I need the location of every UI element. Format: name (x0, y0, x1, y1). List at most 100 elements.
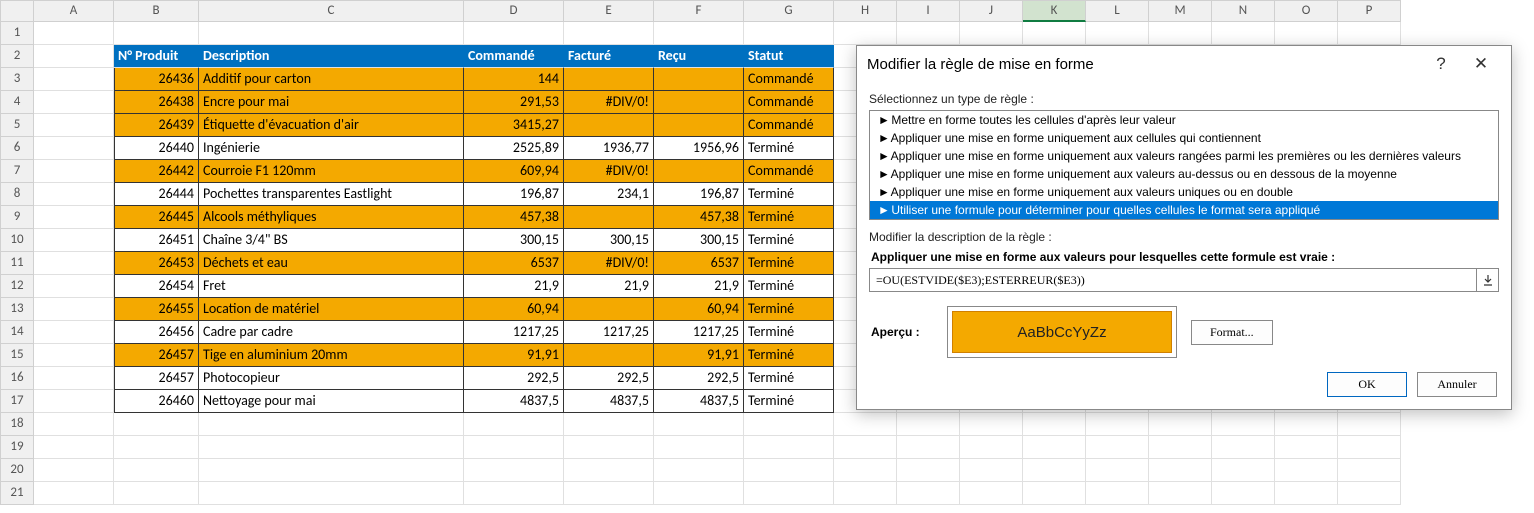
cell[interactable]: Terminé (744, 183, 834, 206)
cell[interactable]: Ingénierie (199, 137, 464, 160)
cell[interactable]: Facturé (564, 45, 654, 68)
cell[interactable] (1023, 413, 1086, 436)
cell[interactable] (1086, 482, 1149, 505)
cell[interactable] (654, 459, 744, 482)
cell[interactable] (897, 436, 960, 459)
cell[interactable]: Encre pour mai (199, 91, 464, 114)
cell[interactable]: 1936,77 (564, 137, 654, 160)
cell[interactable] (834, 413, 897, 436)
column-header[interactable]: I (897, 0, 960, 22)
cell[interactable]: 26457 (114, 344, 199, 367)
row-header[interactable]: 18 (0, 413, 34, 436)
cell[interactable]: 91,91 (464, 344, 564, 367)
row-header[interactable]: 14 (0, 321, 34, 344)
cell[interactable] (1086, 436, 1149, 459)
cell[interactable]: 4837,5 (654, 390, 744, 413)
row-header[interactable]: 1 (0, 22, 34, 45)
row-header[interactable]: 19 (0, 436, 34, 459)
cell[interactable]: 457,38 (654, 206, 744, 229)
cell[interactable] (1149, 22, 1212, 45)
cell[interactable] (199, 413, 464, 436)
cell[interactable] (744, 22, 834, 45)
cell[interactable] (199, 482, 464, 505)
cell[interactable]: 1217,25 (654, 321, 744, 344)
cell[interactable] (1149, 459, 1212, 482)
cell[interactable]: Terminé (744, 298, 834, 321)
cell[interactable] (114, 459, 199, 482)
cell[interactable]: Terminé (744, 206, 834, 229)
cell[interactable] (564, 413, 654, 436)
cell[interactable] (34, 275, 114, 298)
cell[interactable] (464, 436, 564, 459)
cell[interactable]: 60,94 (464, 298, 564, 321)
cell[interactable] (1149, 413, 1212, 436)
cell[interactable] (1275, 436, 1338, 459)
cell[interactable] (34, 252, 114, 275)
cell[interactable] (564, 68, 654, 91)
cell[interactable] (464, 413, 564, 436)
cell[interactable]: Étiquette d'évacuation d'air (199, 114, 464, 137)
row-header[interactable]: 11 (0, 252, 34, 275)
rule-type-item[interactable]: ► Appliquer une mise en forme uniquement… (870, 165, 1498, 183)
cell[interactable] (34, 321, 114, 344)
cell[interactable] (114, 482, 199, 505)
cell[interactable]: Courroie F1 120mm (199, 160, 464, 183)
cell[interactable]: Reçu (654, 45, 744, 68)
cell[interactable] (654, 482, 744, 505)
row-header[interactable]: 12 (0, 275, 34, 298)
help-icon[interactable]: ? (1421, 54, 1461, 74)
cell[interactable] (114, 413, 199, 436)
cell[interactable] (564, 459, 654, 482)
rule-type-item[interactable]: ► Appliquer une mise en forme uniquement… (870, 129, 1498, 147)
cell[interactable] (834, 482, 897, 505)
cell[interactable]: 292,5 (464, 367, 564, 390)
cell[interactable]: 234,1 (564, 183, 654, 206)
cell[interactable]: Chaîne 3/4" BS (199, 229, 464, 252)
cell[interactable] (1212, 482, 1275, 505)
cell[interactable] (1212, 436, 1275, 459)
column-header[interactable]: K (1023, 0, 1086, 22)
cell[interactable]: 196,87 (654, 183, 744, 206)
cell[interactable]: Description (199, 45, 464, 68)
cell[interactable] (1338, 459, 1401, 482)
row-header[interactable]: 5 (0, 114, 34, 137)
cell[interactable] (114, 436, 199, 459)
close-icon[interactable]: ✕ (1461, 54, 1501, 74)
cell[interactable] (34, 344, 114, 367)
cell[interactable]: 26440 (114, 137, 199, 160)
cell[interactable]: 3415,27 (464, 114, 564, 137)
column-header[interactable]: H (834, 0, 897, 22)
column-header[interactable]: B (114, 0, 199, 22)
cell[interactable] (834, 436, 897, 459)
cell[interactable]: #DIV/0! (564, 252, 654, 275)
column-header[interactable]: D (464, 0, 564, 22)
cell[interactable] (1149, 436, 1212, 459)
cell[interactable] (834, 22, 897, 45)
cell[interactable] (199, 436, 464, 459)
cell[interactable]: #DIV/0! (564, 91, 654, 114)
cell[interactable]: Terminé (744, 344, 834, 367)
cell[interactable]: Commandé (464, 45, 564, 68)
cell[interactable] (744, 482, 834, 505)
cell[interactable]: 292,5 (654, 367, 744, 390)
cell[interactable]: 196,87 (464, 183, 564, 206)
cell[interactable]: 2525,89 (464, 137, 564, 160)
cell[interactable] (654, 160, 744, 183)
cell[interactable]: Terminé (744, 137, 834, 160)
cell[interactable]: 300,15 (654, 229, 744, 252)
cell[interactable] (34, 390, 114, 413)
collapse-dialog-icon[interactable] (1476, 269, 1498, 291)
cell[interactable]: Commandé (744, 68, 834, 91)
cell[interactable]: 144 (464, 68, 564, 91)
row-header[interactable]: 15 (0, 344, 34, 367)
cell[interactable]: Terminé (744, 229, 834, 252)
cell[interactable]: 6537 (464, 252, 564, 275)
cell[interactable]: 26456 (114, 321, 199, 344)
cell[interactable]: 4837,5 (464, 390, 564, 413)
cell[interactable]: Cadre par cadre (199, 321, 464, 344)
cell[interactable] (34, 206, 114, 229)
cell[interactable]: 1956,96 (654, 137, 744, 160)
cell[interactable] (1023, 436, 1086, 459)
row-header[interactable]: 6 (0, 137, 34, 160)
cell[interactable]: 457,38 (464, 206, 564, 229)
